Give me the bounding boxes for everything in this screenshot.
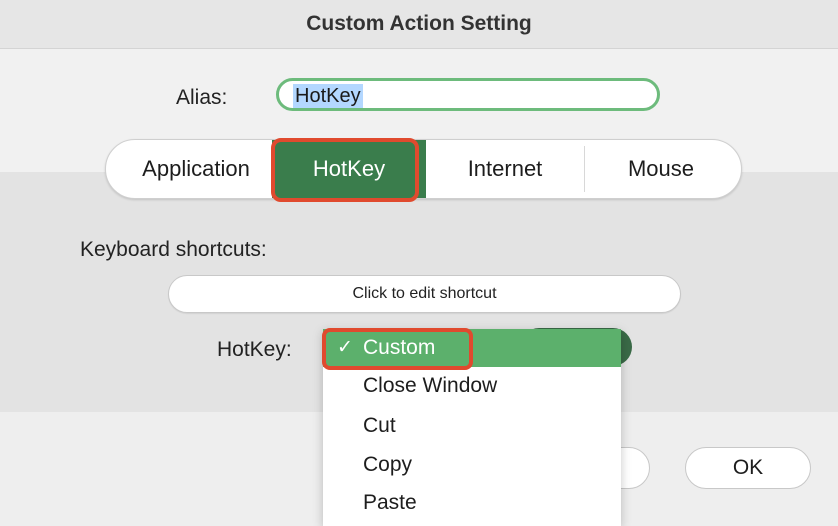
menu-item-label: Close Window [363,374,498,397]
alias-input-value: HotKey [293,84,363,108]
hotkey-tab-highlight [271,138,419,202]
menu-item-label: Copy [363,453,413,476]
tab-application[interactable]: Application [120,140,272,198]
title-bar: Custom Action Setting [0,0,838,49]
menu-item-label: Paste [363,491,417,514]
ok-button[interactable]: OK [685,447,811,489]
edit-shortcut-button[interactable]: Click to edit shortcut [168,275,681,313]
menu-item-copy[interactable]: Copy [323,446,621,484]
action-type-tabs: Application HotKey Internet Mouse [105,139,742,199]
keyboard-shortcuts-label: Keyboard shortcuts: [80,238,267,261]
tab-internet[interactable]: Internet [426,140,584,198]
alias-label: Alias: [176,86,228,109]
menu-item-cut[interactable]: Cut [323,407,621,445]
menu-item-close-window[interactable]: Close Window [323,367,621,405]
menu-item-label: Cut [363,414,396,437]
window-title: Custom Action Setting [306,12,532,35]
custom-item-highlight [322,328,473,370]
alias-input[interactable]: HotKey [276,78,660,111]
tab-mouse[interactable]: Mouse [585,140,737,198]
menu-item-paste[interactable]: Paste [323,484,621,522]
hotkey-label: HotKey: [217,338,292,361]
